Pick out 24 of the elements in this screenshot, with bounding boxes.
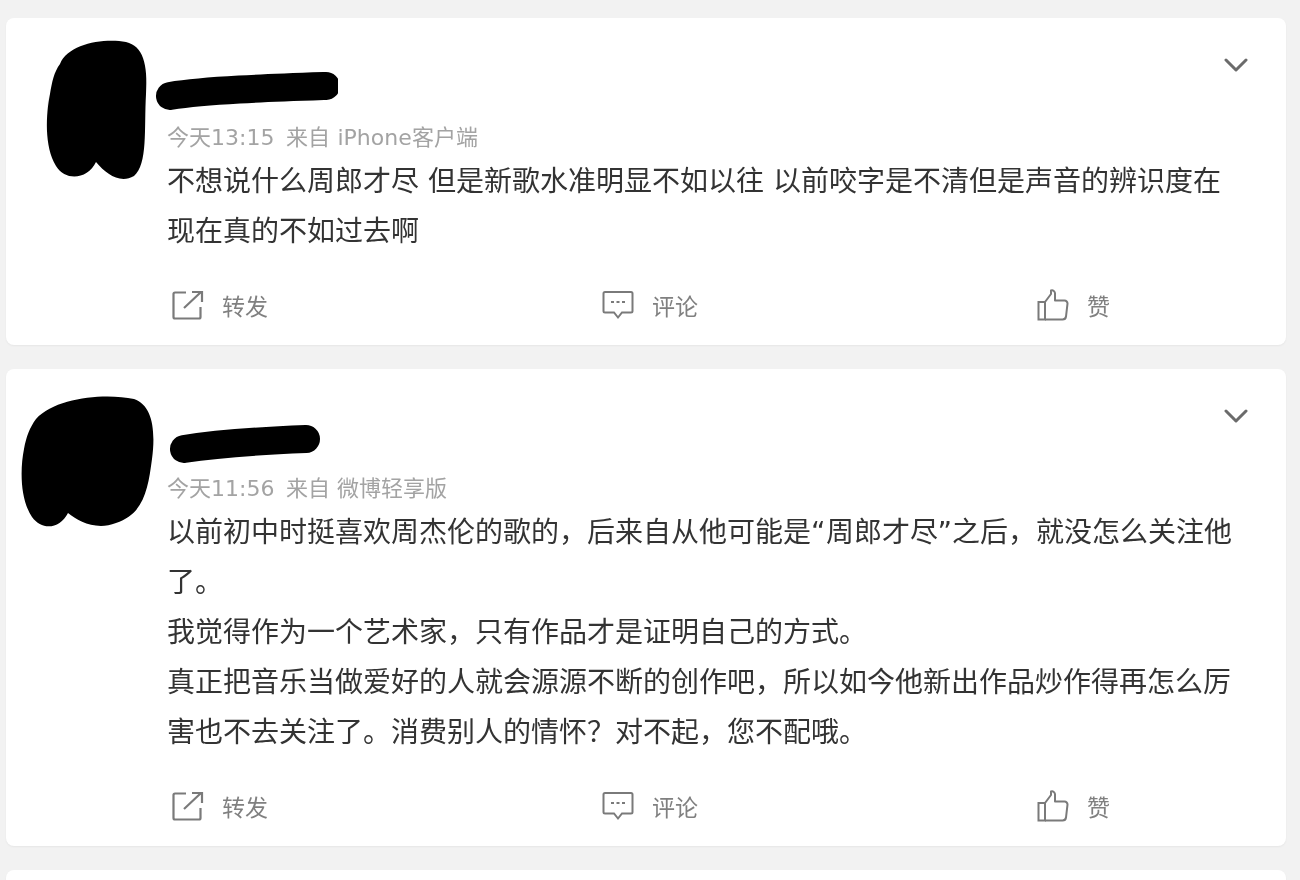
comment-text: 以前初中时挺喜欢周杰伦的歌的，后来自从他可能是“周郎才尽”之后，就没怎么关注他了。	[167, 515, 1233, 601]
comment-button[interactable]: 评论	[597, 288, 698, 322]
thumbs-up-icon	[1037, 790, 1069, 822]
more-button[interactable]	[1224, 58, 1248, 72]
thumbs-up-icon	[1037, 289, 1069, 321]
share-arrow-icon	[172, 791, 204, 821]
like-button[interactable]: 赞	[1032, 288, 1110, 322]
chevron-down-icon	[1224, 58, 1248, 72]
repost-button[interactable]: 转发	[167, 789, 268, 823]
post-source: 来自 iPhone客户端	[286, 124, 478, 152]
more-button[interactable]	[1224, 409, 1248, 423]
repost-button[interactable]: 转发	[167, 288, 268, 322]
post-time: 今天13:15	[167, 124, 275, 152]
speech-bubble-icon	[602, 791, 634, 821]
chevron-down-icon	[1224, 409, 1248, 423]
post-source: 来自 微博轻享版	[286, 475, 448, 503]
comment-text: 不想说什么周郎才尽 但是新歌水准明显不如以往 以前咬字是不清但是声音的辨识度在现在真的不如过去啊	[167, 164, 1222, 250]
comment-text: 我觉得作为一个艺术家，只有作品才是证明自己的方式。	[167, 615, 868, 651]
speech-bubble-icon	[602, 290, 634, 320]
comment-text: 真正把音乐当做爱好的人就会源源不断的创作吧，所以如今他新出作品炒作得再怎么厉害也不去关注了。消费别人的情怀？对不起，您不配哦。	[167, 665, 1232, 751]
like-button[interactable]: 赞	[1032, 789, 1110, 823]
post-time: 今天11:56	[167, 475, 275, 503]
share-arrow-icon	[172, 290, 204, 320]
comment-button[interactable]: 评论	[597, 789, 698, 823]
